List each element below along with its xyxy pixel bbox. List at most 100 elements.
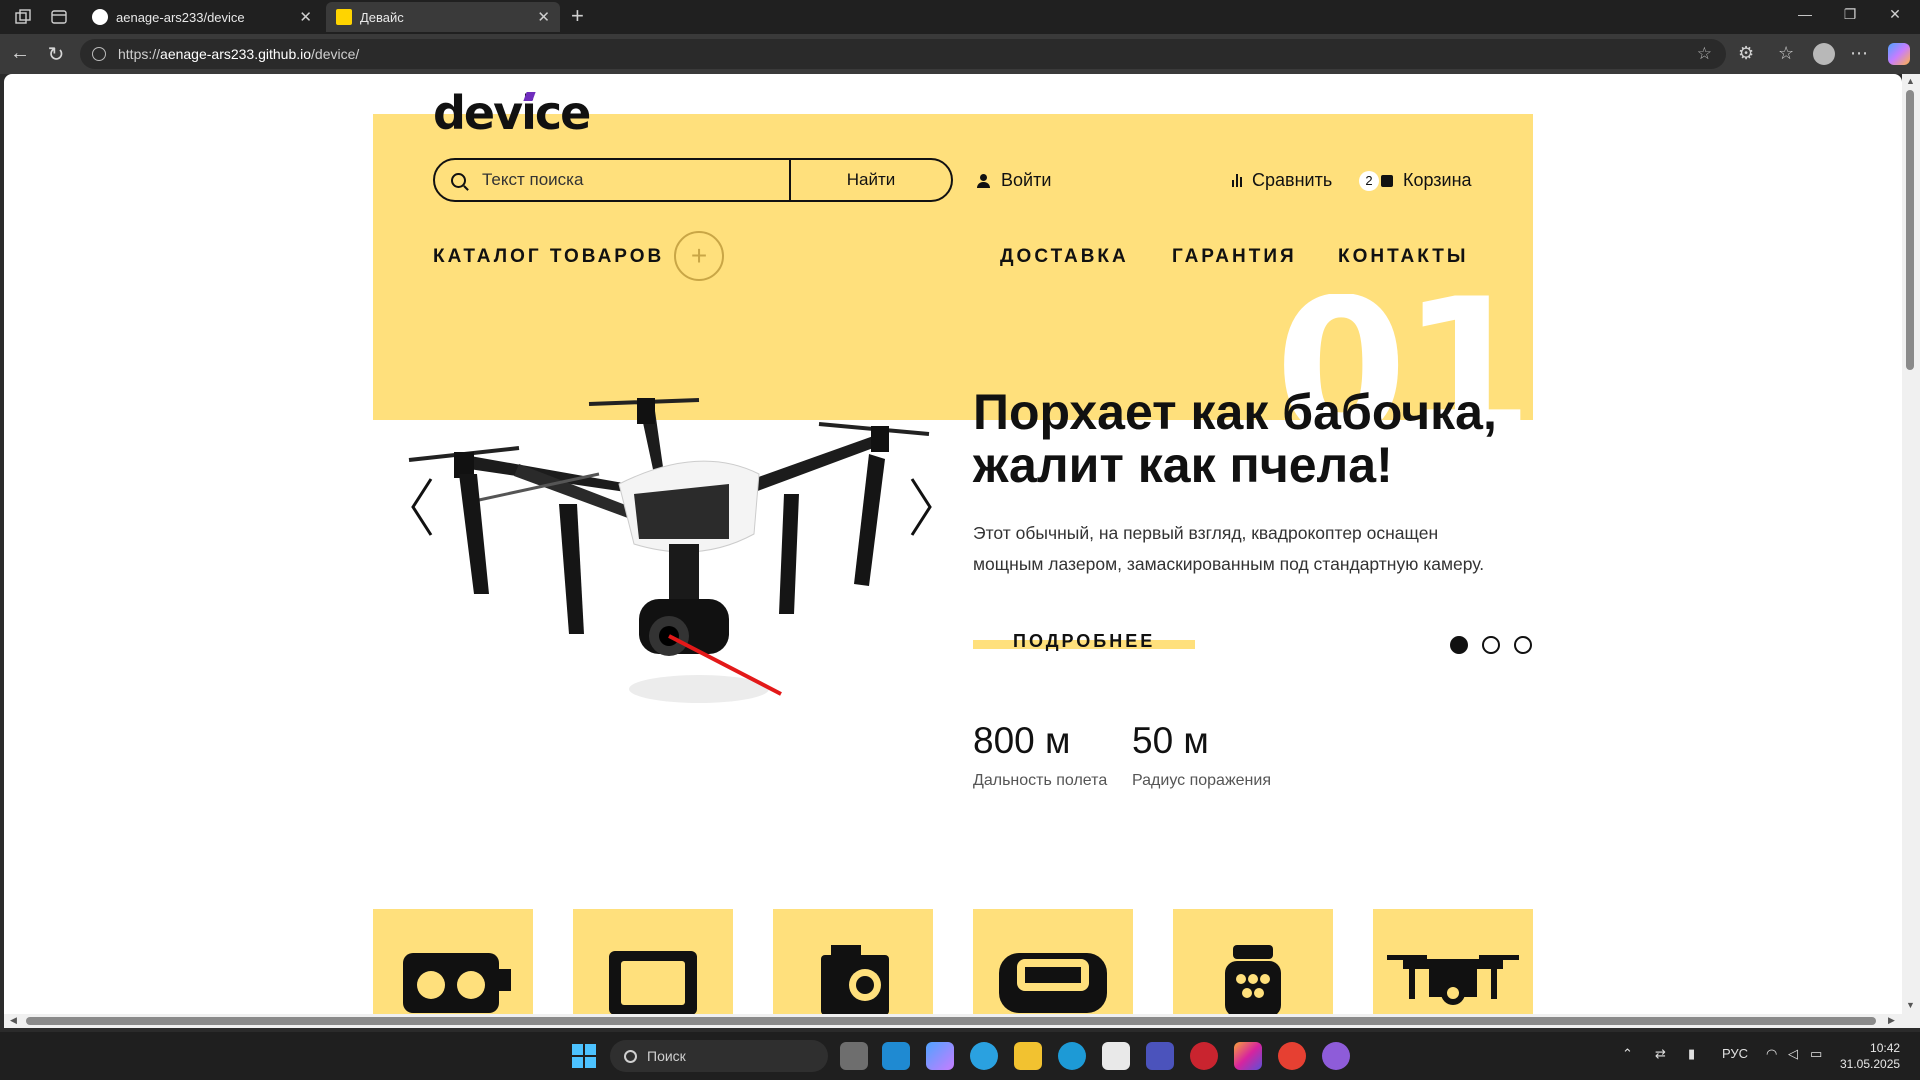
tablet-icon <box>609 951 697 1014</box>
vscode-icon[interactable] <box>882 1042 910 1070</box>
search-icon <box>451 172 466 188</box>
url-prefix: https:// <box>118 46 161 62</box>
tab-title: aenage-ars233/device <box>116 9 245 25</box>
language-indicator[interactable]: РУС <box>1722 1046 1748 1061</box>
slide-headline: Порхает как бабочка, жалит как пчела! <box>973 386 1553 491</box>
tray-sync-icon[interactable]: ⇄ <box>1655 1046 1666 1062</box>
copilot-icon[interactable] <box>1888 43 1910 65</box>
scroll-left-icon[interactable]: ◀ <box>10 1015 17 1026</box>
favorites-icon[interactable]: ☆ <box>1778 43 1794 64</box>
stat-radius-label: Радиус поражения <box>1132 772 1271 789</box>
category-action-camera[interactable] <box>773 909 933 1014</box>
plus-icon: + <box>690 240 708 271</box>
minimize-icon[interactable]: — <box>1785 6 1825 22</box>
more-options-icon[interactable]: ⋯ <box>1850 43 1868 64</box>
start-icon[interactable] <box>570 1042 598 1070</box>
github-desktop-icon[interactable] <box>1322 1042 1350 1070</box>
logo-text: device <box>433 86 591 140</box>
volume-icon[interactable]: ◁ <box>1788 1046 1798 1062</box>
horizontal-scroll-thumb[interactable] <box>26 1017 1876 1025</box>
stat-radius-value: 50 м <box>1132 720 1209 761</box>
category-fitness-band[interactable] <box>973 909 1133 1014</box>
cart-icon <box>1381 174 1393 187</box>
login-link[interactable]: Войти <box>977 170 1051 191</box>
category-drone[interactable] <box>1373 909 1533 1014</box>
horizontal-scrollbar[interactable]: ◀ ▶ <box>4 1014 1920 1028</box>
stat-range-value: 800 м <box>973 720 1071 761</box>
copilot-app-icon[interactable] <box>926 1042 954 1070</box>
vr-icon <box>403 953 511 1013</box>
window-close-icon[interactable]: ✕ <box>1875 6 1915 23</box>
battery-icon[interactable]: ▭ <box>1810 1046 1822 1062</box>
search-icon <box>624 1049 637 1063</box>
compare-label: Сравнить <box>1252 170 1333 190</box>
action-camera-icon <box>821 945 889 1014</box>
edge-icon[interactable] <box>1058 1042 1086 1070</box>
search-button[interactable]: Найти <box>791 160 951 200</box>
url-path: /device/ <box>311 46 360 62</box>
catalog-expand-button[interactable]: + <box>674 231 724 281</box>
close-tab-icon[interactable]: ✕ <box>537 8 550 26</box>
taskbar-clock[interactable]: 10:42 31.05.2025 <box>1840 1040 1900 1072</box>
menu-link-warranty[interactable]: ГАРАНТИЯ <box>1172 246 1297 268</box>
smart-speaker-icon <box>1225 945 1281 1014</box>
url-field[interactable]: https://aenage-ars233.github.io/device/ … <box>80 39 1726 69</box>
tray-expand-icon[interactable]: ⌃ <box>1622 1046 1633 1062</box>
app-m-icon[interactable] <box>1146 1042 1174 1070</box>
drone-icon <box>1387 955 1519 1005</box>
slider-dot-1[interactable] <box>1450 636 1468 654</box>
new-tab-icon[interactable]: + <box>571 3 584 29</box>
search-form: Найти <box>433 158 953 202</box>
vertical-scroll-thumb[interactable] <box>1906 90 1914 370</box>
close-tab-icon[interactable]: ✕ <box>299 8 312 26</box>
category-vr[interactable] <box>373 909 533 1014</box>
category-tablet[interactable] <box>573 909 733 1014</box>
site-logo[interactable]: device <box>433 86 591 140</box>
scroll-up-icon[interactable]: ▲ <box>1906 76 1915 86</box>
tab-actions-icon[interactable] <box>48 6 70 28</box>
menu-link-contacts[interactable]: КОНТАКТЫ <box>1338 246 1469 268</box>
file-explorer-icon[interactable] <box>1014 1042 1042 1070</box>
restore-icon[interactable]: ❐ <box>1830 6 1870 23</box>
slider-dot-2[interactable] <box>1482 636 1500 654</box>
slide-next-icon[interactable] <box>904 477 934 537</box>
taskbar-search[interactable]: Поиск <box>610 1040 828 1072</box>
cart-link[interactable]: 2 Корзина <box>1359 170 1472 191</box>
favorite-star-icon[interactable]: ☆ <box>1697 44 1712 64</box>
instagram-icon[interactable] <box>1234 1042 1262 1070</box>
catalog-link[interactable]: КАТАЛОГ ТОВАРОВ <box>433 246 664 268</box>
back-icon[interactable]: ← <box>8 42 32 65</box>
compare-icon <box>1232 174 1242 187</box>
cart-count-badge: 2 <box>1359 170 1379 191</box>
compare-link[interactable]: Сравнить <box>1232 170 1332 191</box>
slider-dot-3[interactable] <box>1514 636 1532 654</box>
slide-prev-icon[interactable] <box>409 477 439 537</box>
store-icon[interactable] <box>1102 1042 1130 1070</box>
workspaces-icon[interactable] <box>12 6 34 28</box>
opera-icon[interactable] <box>1190 1042 1218 1070</box>
scroll-down-icon[interactable]: ▼ <box>1906 1000 1915 1010</box>
tab-github[interactable]: aenage-ars233/device ✕ <box>82 2 322 32</box>
chrome-icon[interactable] <box>1278 1042 1306 1070</box>
tab-device[interactable]: Девайс ✕ <box>326 2 560 32</box>
task-view-icon[interactable] <box>840 1042 868 1070</box>
vertical-scrollbar[interactable]: ▲ ▼ <box>1902 74 1920 1014</box>
fitness-band-icon <box>999 953 1107 1013</box>
search-input[interactable] <box>482 170 782 190</box>
telegram-icon[interactable] <box>970 1042 998 1070</box>
extensions-icon[interactable]: ⚙ <box>1738 43 1754 64</box>
menu-link-delivery[interactable]: ДОСТАВКА <box>1000 246 1129 268</box>
reload-icon[interactable]: ↻ <box>44 42 68 67</box>
wifi-icon[interactable]: ◠ <box>1766 1046 1777 1062</box>
profile-avatar-icon[interactable] <box>1813 43 1835 65</box>
tab-title: Девайс <box>360 9 404 25</box>
site-info-icon[interactable] <box>92 47 106 61</box>
scroll-right-icon[interactable]: ▶ <box>1888 1015 1895 1026</box>
tray-app-icon[interactable]: ▮ <box>1688 1046 1695 1062</box>
more-button[interactable]: ПОДРОБНЕЕ <box>973 631 1195 651</box>
search-field-wrap <box>435 160 791 200</box>
browser-tab-bar: aenage-ars233/device ✕ Девайс ✕ + — ❐ ✕ <box>0 0 1920 34</box>
category-smart-speaker[interactable] <box>1173 909 1333 1014</box>
slide-description: Этот обычный, на первый взгляд, квадроко… <box>973 518 1533 580</box>
clock-time: 10:42 <box>1870 1041 1901 1055</box>
